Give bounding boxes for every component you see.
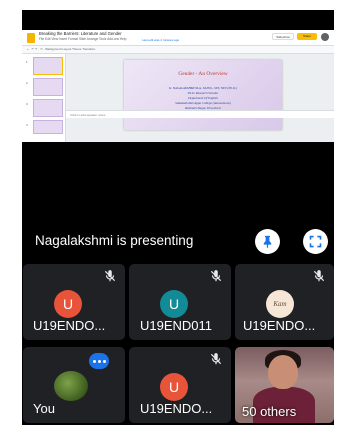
last-edit-text: Last edit was 2 minutes ago: [142, 38, 180, 42]
speaker-notes: Click to add speaker notes: [66, 110, 334, 118]
mic-off-icon: [313, 270, 325, 282]
slides-logo-icon: [27, 33, 35, 43]
others-count-label: 50 others: [242, 404, 297, 419]
slide-line: Department Of English: [188, 96, 218, 100]
thumb-number: 2: [26, 81, 28, 85]
thumb-number: 3: [26, 102, 28, 106]
speaker-notes-placeholder: Click to add speaker notes: [70, 113, 106, 117]
participant-tile[interactable]: U U19ENDO...: [129, 347, 231, 423]
screenshot: Breaking the Barriers: Literature and Ge…: [0, 0, 341, 425]
more-options-icon: [93, 360, 96, 363]
doc-menu-bar: File Edit View Insert Format Slide Arran…: [39, 37, 127, 41]
fullscreen-icon: [309, 235, 322, 248]
slides-toolbar: + · ↶ ↷ · ▭ · Background Layout Theme Tr…: [22, 46, 334, 54]
participant-tile[interactable]: Kam U19ENDO...: [235, 264, 334, 340]
thumb-number: 4: [26, 123, 28, 127]
more-options-button[interactable]: [89, 353, 109, 369]
more-options-icon: [103, 360, 106, 363]
slide-thumbnail: [33, 57, 63, 75]
slide-thumbnail: [33, 120, 63, 134]
toolbar-items: + · ↶ ↷ · ▭ · Background Layout Theme Tr…: [27, 47, 96, 51]
slide-canvas: Gender - An Overview K. NAGALAKSHMI M.A.…: [66, 54, 334, 142]
slide-filmstrip: 1 2 3 4: [22, 54, 66, 142]
doc-title: Breaking the Barriers: Literature and Ge…: [39, 31, 122, 36]
presenting-label: Nagalakshmi is presenting: [35, 233, 194, 248]
avatar: U: [160, 290, 188, 318]
participant-tile[interactable]: U U19END011: [129, 264, 231, 340]
slide-line: Sadakathullah Appa College (Autonomous): [175, 101, 231, 105]
slide-thumbnail: [33, 99, 63, 117]
current-slide: Gender - An Overview K. NAGALAKSHMI M.A.…: [124, 60, 282, 130]
slide-thumbnail: [33, 78, 63, 96]
slide-line: K. NAGALAKSHMI M.A., M.Phil., SET, NET (…: [168, 86, 238, 90]
participant-name: U19ENDO...: [243, 318, 316, 333]
participant-name: U19END011: [140, 318, 213, 333]
doc-share-button: Share: [297, 33, 317, 40]
participant-name: U19ENDO...: [33, 318, 106, 333]
fullscreen-button[interactable]: [303, 229, 328, 254]
account-avatar-icon: [321, 33, 329, 41]
shared-screen: Breaking the Barriers: Literature and Ge…: [22, 30, 334, 142]
participant-tile[interactable]: U U19ENDO...: [23, 264, 125, 340]
mic-off-icon: [210, 353, 222, 365]
avatar: [54, 371, 88, 401]
mic-off-icon: [104, 270, 116, 282]
meet-call-window: Breaking the Barriers: Literature and Ge…: [22, 10, 334, 425]
slide-line: Ph.D. Research Scholar: [187, 91, 219, 95]
avatar: U: [160, 373, 188, 401]
avatar: U: [54, 290, 82, 318]
mic-off-icon: [210, 270, 222, 282]
more-options-icon: [98, 360, 101, 363]
slideshow-button: Slideshow: [272, 33, 294, 40]
thumb-number: 1: [26, 60, 28, 64]
doc-title-bar: Breaking the Barriers: Literature and Ge…: [22, 30, 334, 46]
avatar: Kam: [266, 290, 294, 318]
others-tile[interactable]: 50 others: [235, 347, 334, 423]
video-person-face: [268, 355, 298, 389]
pin-icon: [263, 235, 272, 248]
slide-title: Gender - An Overview: [178, 71, 228, 77]
pin-button[interactable]: [255, 229, 280, 254]
self-tile[interactable]: You: [23, 347, 125, 423]
participant-name: U19ENDO...: [140, 401, 213, 416]
participant-name: You: [33, 401, 55, 416]
